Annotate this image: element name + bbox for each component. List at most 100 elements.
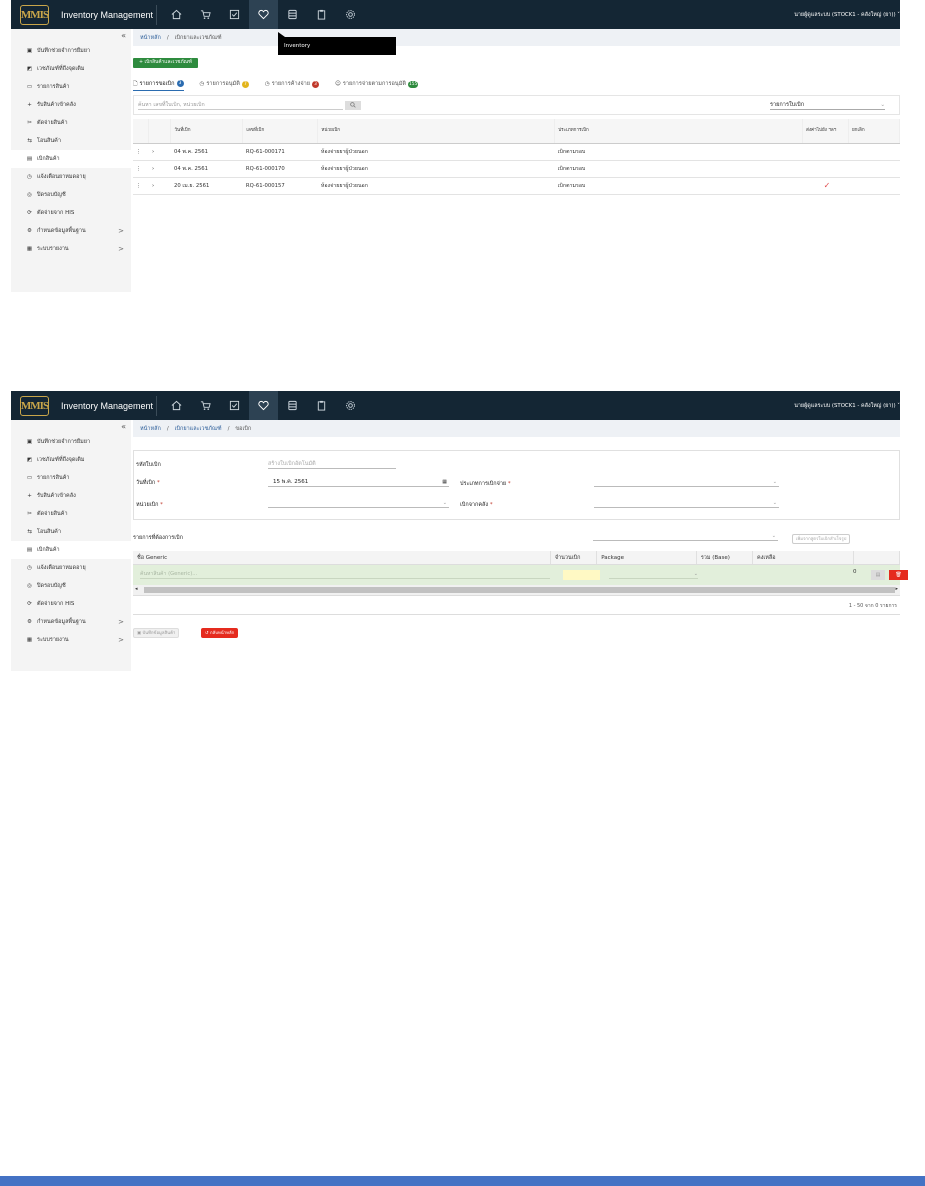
generic-search-input[interactable]: ค้นหาสินค้า (Generic)...	[140, 569, 550, 579]
row-menu-icon[interactable]: ⋮	[133, 143, 149, 161]
calendar-icon[interactable]: ▦	[442, 477, 447, 487]
save-items-button[interactable]: ▣ บันทึกข้อมูลสินค้า	[133, 628, 180, 638]
new-requisition-button[interactable]: + เบิกสินค้าและเวชภัณฑ์	[133, 58, 199, 68]
template-select[interactable]: ⌄	[593, 531, 778, 541]
sidebar-item-label: แจ้งเตือนยาหมดอายุ	[37, 565, 86, 571]
breadcrumb-current: ขอเบิก	[235, 425, 252, 432]
search-input[interactable]: ค้นหา เลขที่ใบเบิก, หน่วยเบิก	[138, 100, 343, 110]
sidebar-item[interactable]: ◩ เวชภัณฑ์ที่ถึงจุดเติม	[11, 451, 131, 469]
date-field[interactable]: 15 พ.ค. 2561 ▦	[268, 477, 449, 487]
cart-icon[interactable]	[191, 0, 220, 29]
sidebar-item[interactable]: ▤ เบิกสินค้า	[11, 150, 131, 168]
checklist-icon[interactable]	[220, 0, 249, 29]
sidebar-item[interactable]: ⟳ ตัดจ่ายจาก HIS	[11, 204, 131, 222]
status-tabs: 🗋 รายการขอเบิก 3 ◷ รายการอนุมัติ 7 ◷ ราย…	[133, 77, 900, 91]
sidebar-item[interactable]: ◎ ปิดรอบบัญชี	[11, 577, 131, 595]
sidebar-item[interactable]: ▭ รายการสินค้า	[11, 469, 131, 487]
col-date[interactable]: วันที่เบิก	[170, 119, 244, 144]
expand-icon[interactable]: ›	[148, 143, 171, 161]
home-icon[interactable]	[162, 0, 191, 29]
printer-icon: ▦	[26, 637, 33, 643]
back-home-button[interactable]: ↺ กลับหน้าหลัก	[201, 628, 239, 638]
scroll-thumb[interactable]	[144, 587, 895, 593]
scroll-left-icon[interactable]: ◂	[135, 586, 138, 592]
col-cancel[interactable]: ยกเลิก	[848, 119, 901, 144]
cart-icon[interactable]	[191, 391, 220, 420]
clipboard-icon[interactable]	[307, 0, 336, 29]
scroll-right-icon[interactable]: ▸	[895, 586, 898, 592]
user-menu[interactable]: นายผู้ดูแลระบบ (STOCK1 - คลังใหญ่ (ยา)) …	[794, 11, 900, 19]
app-logo[interactable]: MMIS	[20, 395, 49, 416]
transfer-icon: ⇆	[27, 138, 32, 144]
col-sent[interactable]: ส่งค่าไปยัง ฯลฯ	[802, 119, 849, 144]
app-logo[interactable]: MMIS	[20, 4, 49, 25]
inventory-icon[interactable]	[249, 391, 278, 420]
database-icon[interactable]	[278, 0, 307, 29]
col-unit[interactable]: หน่วยเบิก	[317, 119, 556, 144]
row-menu-icon[interactable]: ⋮	[133, 160, 149, 178]
settings-icon[interactable]	[336, 391, 365, 420]
type-select[interactable]: ⌄	[594, 477, 779, 487]
sidebar-item[interactable]: ▣ บันทึกช่วยจำการยืมยา	[11, 433, 131, 451]
sidebar-item[interactable]: ⚙ กำหนดข้อมูลพื้นฐาน >	[11, 613, 131, 631]
tab-dispensed[interactable]: ☺ รายการจ่ายตามการอนุมัติ 155	[335, 77, 419, 91]
qty-input[interactable]	[563, 570, 600, 580]
tab-requests[interactable]: 🗋 รายการขอเบิก 3	[133, 77, 184, 91]
inventory-icon[interactable]	[249, 0, 278, 29]
sidebar-item[interactable]: ◎ ปิดรอบบัญชี	[11, 186, 131, 204]
user-menu[interactable]: นายผู้ดูแลระบบ (STOCK1 - คลังใหญ่ (ยา)) …	[794, 402, 900, 410]
cell-type: เบิกตามรอบ	[554, 143, 803, 161]
sidebar-item[interactable]: ▦ ระบบรายงาน >	[11, 240, 131, 258]
sidebar-menu: ▣ บันทึกช่วยจำการยืมยา ◩ เวชภัณฑ์ที่ถึงจุดเ…	[11, 42, 131, 258]
expand-icon[interactable]: ›	[148, 177, 171, 195]
sidebar-collapse-button[interactable]: «	[11, 420, 131, 433]
tab-label: รายการขอเบิก	[139, 80, 175, 87]
filter-value: รายการใบเบิก	[770, 102, 805, 108]
delete-button[interactable]: 🗑	[889, 570, 908, 580]
tab-outstanding[interactable]: ◷ รายการค้างจ่าย 3	[265, 77, 320, 91]
settings-icon[interactable]	[336, 0, 365, 29]
from-select[interactable]: ⌄	[594, 498, 779, 508]
sidebar-item[interactable]: ⚙ กำหนดข้อมูลพื้นฐาน >	[11, 222, 131, 240]
package-select[interactable]: ⌄	[609, 569, 698, 579]
sidebar-item[interactable]: + รับสินค้าเข้าคลัง	[11, 487, 131, 505]
sidebar-item[interactable]: ◩ เวชภัณฑ์ที่ถึงจุดเติม	[11, 60, 131, 78]
clipboard-icon[interactable]	[307, 391, 336, 420]
sidebar-item[interactable]: ⇆ โอนสินค้า	[11, 132, 131, 150]
breadcrumb-parent[interactable]: เบิกยาและเวชภัณฑ์	[175, 425, 222, 433]
sidebar-item[interactable]: ⟳ ตัดจ่ายจาก HIS	[11, 595, 131, 613]
sidebar-item[interactable]: ✂ ตัดจ่ายสินค้า	[11, 114, 131, 132]
expand-icon[interactable]: ›	[148, 160, 171, 178]
sidebar-item-label: ตัดจ่ายสินค้า	[37, 120, 68, 126]
edit-button[interactable]: ▤	[871, 570, 885, 580]
list-filter-select[interactable]: รายการใบเบิก ⌄	[770, 100, 885, 110]
sidebar-item[interactable]: ▭ รายการสินค้า	[11, 78, 131, 96]
search-button[interactable]	[345, 100, 361, 110]
sidebar-item-label: รับสินค้าเข้าคลัง	[37, 102, 76, 108]
horizontal-scrollbar[interactable]: ◂ ▸	[133, 585, 900, 595]
home-icon[interactable]	[162, 391, 191, 420]
tab-approved[interactable]: ◷ รายการอนุมัติ 7	[200, 77, 249, 91]
breadcrumb-home[interactable]: หน้าหลัก	[140, 34, 161, 42]
checklist-icon[interactable]	[220, 391, 249, 420]
breadcrumb-home[interactable]: หน้าหลัก	[140, 425, 161, 433]
row-menu-icon[interactable]: ⋮	[133, 177, 149, 195]
table-row[interactable]: ⋮ › 20 เม.ย. 2561 RQ-61-000157 ห้องจ่ายย…	[133, 177, 900, 195]
sidebar-item[interactable]: ▣ บันทึกช่วยจำการยืมยา	[11, 42, 131, 60]
col-type[interactable]: ประเภทการเบิก	[554, 119, 804, 144]
sidebar-item[interactable]: ▦ ระบบรายงาน >	[11, 631, 131, 649]
sidebar-item[interactable]: + รับสินค้าเข้าคลัง	[11, 96, 131, 114]
col-number[interactable]: เลขที่เบิก	[242, 119, 319, 144]
sidebar-item[interactable]: ▤ เบิกสินค้า	[11, 541, 131, 559]
chevron-right-icon: >	[118, 245, 124, 253]
add-from-template-button[interactable]: เพิ่มจากสูตรใบเบิกสำเร็จรูป	[792, 534, 851, 544]
sidebar-item[interactable]: ✂ ตัดจ่ายสินค้า	[11, 505, 131, 523]
sidebar-item[interactable]: ⇆ โอนสินค้า	[11, 523, 131, 541]
database-icon[interactable]	[278, 391, 307, 420]
unit-select[interactable]: ⌄	[268, 498, 449, 508]
sidebar-item[interactable]: ◷ แจ้งเตือนยาหมดอายุ	[11, 559, 131, 577]
sidebar-collapse-button[interactable]: «	[11, 29, 131, 42]
sidebar-item[interactable]: ◷ แจ้งเตือนยาหมดอายุ	[11, 168, 131, 186]
table-row[interactable]: ⋮ › 04 พ.ค. 2561 RQ-61-000170 ห้องจ่ายยา…	[133, 160, 900, 178]
table-row[interactable]: ⋮ › 04 พ.ค. 2561 RQ-61-000171 ห้องจ่ายยา…	[133, 143, 900, 161]
